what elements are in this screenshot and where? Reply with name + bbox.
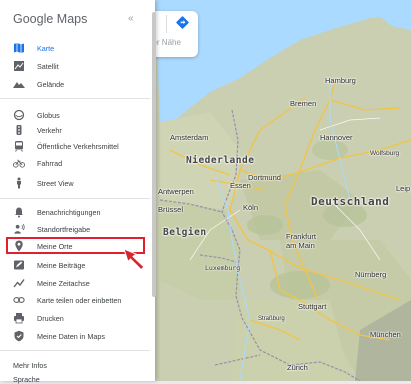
map-label-netherlands: Niederlande bbox=[186, 155, 255, 166]
map-label-strassburg: Straßburg bbox=[258, 316, 285, 322]
menu-item-label: Öffentliche Verkehrsmittel bbox=[37, 141, 119, 151]
menu-item-verkehr[interactable]: Verkehr bbox=[0, 122, 150, 138]
map-label-bruessel: Brüssel bbox=[158, 205, 184, 214]
menu-item-label: Meine Beiträge bbox=[37, 260, 86, 270]
menu-item-meine-daten[interactable]: Meine Daten in Maps bbox=[0, 328, 150, 344]
menu-item-label: Fahrrad bbox=[37, 158, 63, 168]
traffic-icon bbox=[13, 124, 25, 136]
menu-item-label: Standortfreigabe bbox=[37, 224, 91, 234]
map-label-bremen: Bremen bbox=[290, 99, 317, 108]
map-label-germany: Deutschland bbox=[311, 195, 390, 208]
directions-icon bbox=[176, 16, 189, 29]
bell-icon bbox=[13, 206, 25, 218]
menu-item-label: Benachrichtigungen bbox=[37, 207, 101, 217]
divider bbox=[0, 198, 150, 199]
pointer-arrow-icon bbox=[123, 248, 145, 270]
menu-item-satellit[interactable]: Satellit bbox=[0, 58, 150, 74]
map-label-wolfsburg: Wolfsburg bbox=[370, 150, 400, 157]
map-label-hannover: Hannover bbox=[320, 133, 353, 142]
menu-item-street-view[interactable]: Street View bbox=[0, 175, 150, 191]
logo-text: Google Maps bbox=[13, 12, 88, 26]
link-icon bbox=[13, 294, 25, 306]
map-label-muenchen: München bbox=[370, 330, 401, 339]
map-label-hamburg: Hamburg bbox=[325, 76, 356, 85]
transit-icon bbox=[13, 140, 25, 152]
map-label-frankfurt: Frankfurt am Main bbox=[286, 232, 317, 250]
satellite-icon bbox=[13, 60, 25, 72]
map-label-luxemburg: Luxemburg bbox=[205, 264, 241, 272]
menu-item-label: Meine Daten in Maps bbox=[37, 331, 105, 341]
divider bbox=[0, 350, 150, 351]
menu-item-label: Street View bbox=[37, 178, 74, 188]
sidebar-scrollbar[interactable] bbox=[152, 12, 156, 297]
timeline-icon bbox=[13, 277, 25, 289]
menu-item-label: Satellit bbox=[37, 61, 59, 71]
footer-link-mehr-infos[interactable]: Mehr Infos bbox=[13, 361, 47, 370]
menu-item-benachrichtigungen[interactable]: Benachrichtigungen bbox=[0, 204, 150, 220]
pegman-icon bbox=[13, 177, 25, 189]
menu-item-label: Globus bbox=[37, 110, 60, 120]
map-label-essen: Essen bbox=[230, 181, 251, 190]
map-label-belgium: Belgien bbox=[163, 227, 207, 238]
map-label-nuernberg: Nürnberg bbox=[355, 270, 387, 279]
map-label-koeln: Köln bbox=[243, 203, 259, 212]
search-divider bbox=[166, 15, 167, 33]
collapse-menu-button[interactable]: « bbox=[128, 13, 134, 24]
map-label-amsterdam: Amsterdam bbox=[170, 133, 209, 142]
divider bbox=[0, 98, 150, 99]
menu-item-karte-teilen[interactable]: Karte teilen oder einbetten bbox=[0, 292, 150, 308]
menu-item-gelaende[interactable]: Gelände bbox=[0, 76, 150, 92]
menu-item-standortfreigabe[interactable]: Standortfreigabe bbox=[0, 221, 150, 237]
contributions-icon bbox=[13, 259, 25, 271]
terrain-icon bbox=[13, 78, 25, 90]
menu-item-meine-zeitachse[interactable]: Meine Zeitachse bbox=[0, 275, 150, 291]
directions-button[interactable] bbox=[176, 16, 192, 32]
menu-item-oepnv[interactable]: Öffentliche Verkehrsmittel bbox=[0, 138, 150, 154]
menu-item-label: Verkehr bbox=[37, 125, 62, 135]
menu-item-label: Karte teilen oder einbetten bbox=[37, 295, 122, 305]
globe-icon bbox=[13, 109, 25, 121]
location-sharing-icon bbox=[13, 223, 25, 235]
sidebar-menu: Google Maps « Karte Satellit Gelände Glo… bbox=[0, 0, 156, 384]
menu-item-karte[interactable]: Karte bbox=[0, 40, 150, 56]
print-icon bbox=[13, 312, 25, 324]
menu-item-label: Karte bbox=[37, 43, 55, 53]
map-label-leipzig: Leip bbox=[396, 184, 411, 193]
menu-item-label: Drucken bbox=[37, 313, 64, 323]
menu-item-drucken[interactable]: Drucken bbox=[0, 310, 150, 326]
bicycle-icon bbox=[13, 157, 25, 169]
shield-icon bbox=[13, 330, 25, 342]
footer-link-sprache[interactable]: Sprache bbox=[13, 375, 40, 384]
map-label-antwerpen: Antwerpen bbox=[158, 187, 194, 196]
map-label-stuttgart: Stuttgart bbox=[298, 302, 327, 311]
google-maps-logo: Google Maps bbox=[13, 12, 87, 26]
map-label-dortmund: Dortmund bbox=[248, 173, 281, 182]
menu-item-fahrrad[interactable]: Fahrrad bbox=[0, 155, 150, 171]
menu-item-label: Gelände bbox=[37, 79, 65, 89]
menu-item-label: Meine Zeitachse bbox=[37, 278, 90, 288]
menu-item-globus[interactable]: Globus bbox=[0, 107, 150, 123]
map-label-zuerich: Zürich bbox=[287, 363, 308, 372]
map-icon bbox=[13, 42, 25, 54]
